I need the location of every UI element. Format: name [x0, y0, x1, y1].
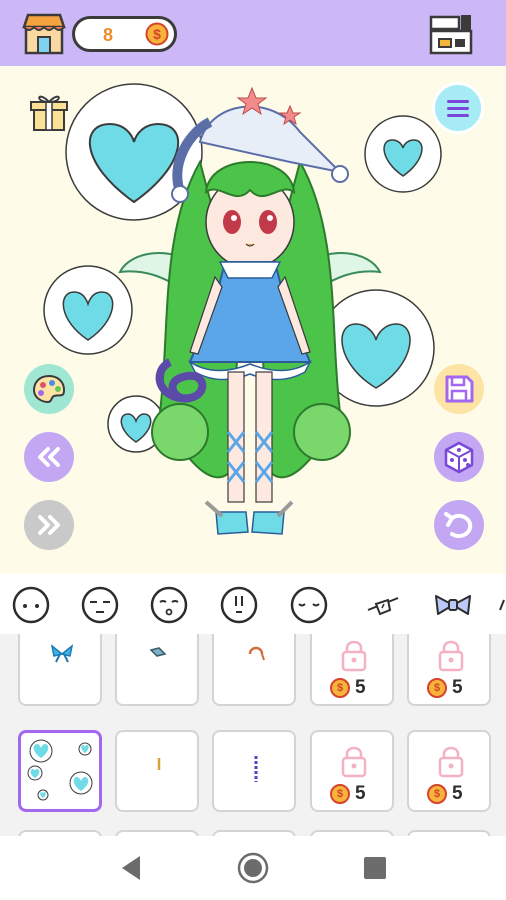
item-orange-clip[interactable] [212, 634, 296, 706]
tab-face-neutral[interactable] [10, 584, 52, 626]
shop-button[interactable] [20, 9, 68, 57]
heart-bubble-left [43, 265, 133, 355]
price-value: 5 [355, 677, 366, 698]
coin-icon: $ [330, 678, 350, 698]
coin-icon: $ [427, 784, 447, 804]
coin-symbol: $ [153, 26, 161, 42]
price-value: 5 [355, 783, 366, 804]
undo-icon [444, 512, 473, 538]
palette-button[interactable] [24, 364, 74, 414]
small-clip-icon [149, 647, 167, 657]
item-locked[interactable]: $ 5 [310, 634, 394, 706]
top-bar: 8 $ [0, 0, 506, 66]
dice-icon [444, 441, 474, 474]
eye-patch-icon [367, 597, 399, 616]
price-value: 5 [452, 783, 463, 804]
random-button[interactable] [434, 432, 484, 482]
coin-count: 8 [103, 25, 114, 45]
purple-chain-icon [254, 756, 258, 782]
coin-icon: $ [330, 784, 350, 804]
previous-button[interactable] [24, 432, 74, 482]
back-triangle-icon[interactable] [118, 854, 144, 882]
price-tag: $ 5 [330, 783, 380, 804]
item-locked[interactable]: $ 5 [407, 730, 491, 812]
item-heart-stickers[interactable] [18, 730, 102, 812]
heart-bubble-right-top [364, 115, 442, 193]
save-button[interactable] [434, 364, 484, 414]
tab-eye-patch[interactable] [362, 584, 404, 626]
tab-face-side[interactable] [218, 584, 260, 626]
item-locked[interactable]: $ 5 [310, 730, 394, 812]
face-side-icon [220, 586, 258, 624]
price-tag: $ 5 [427, 783, 477, 804]
tab-face-closed-eyes[interactable] [79, 584, 121, 626]
wardrobe-button[interactable] [427, 9, 475, 57]
gold-pin-icon [157, 758, 161, 770]
item-locked[interactable]: $ 5 [407, 634, 491, 706]
system-nav-bar [0, 836, 506, 900]
coin-balance: 8 $ [72, 16, 177, 52]
blue-bow-icon [50, 644, 74, 663]
double-chevron-left-icon [38, 447, 60, 467]
shop-icon [22, 13, 66, 55]
heart-stickers-icon [27, 739, 93, 801]
item-small-clip[interactable] [115, 634, 199, 706]
price-tag: $ 5 [330, 677, 380, 698]
coin-icon: $ [427, 678, 447, 698]
tab-bow[interactable] [432, 584, 474, 626]
face-closed-eyes-icon [81, 586, 119, 624]
partial-tab-icon [499, 599, 505, 611]
category-tabs [0, 574, 506, 634]
tab-face-open-mouth[interactable] [148, 584, 190, 626]
tab-face-calm[interactable] [288, 584, 330, 626]
dressup-stage [0, 66, 506, 574]
recents-square-icon[interactable] [364, 857, 386, 879]
undo-button[interactable] [434, 500, 484, 550]
character-figure [43, 83, 442, 535]
tab-more[interactable] [498, 584, 506, 626]
wardrobe-icon [429, 15, 473, 55]
next-button[interactable] [24, 500, 74, 550]
home-circle-icon[interactable] [237, 852, 269, 884]
price-tag: $ 5 [427, 677, 477, 698]
palette-icon [32, 374, 66, 404]
item-gold-pin[interactable] [115, 730, 199, 812]
double-chevron-right-icon [38, 515, 60, 535]
face-open-mouth-icon [150, 586, 188, 624]
orange-clip-icon [248, 646, 265, 661]
item-purple-chain[interactable] [212, 730, 296, 812]
floppy-disk-icon [445, 375, 474, 403]
item-grid: $ 5 $ 5 $ 5 $ 5 [0, 634, 506, 836]
coin-icon: $ [145, 22, 169, 46]
bow-icon [435, 595, 471, 615]
item-blue-bow[interactable] [18, 634, 102, 706]
price-value: 5 [452, 677, 463, 698]
face-neutral-icon [12, 586, 50, 624]
face-calm-icon [290, 586, 328, 624]
